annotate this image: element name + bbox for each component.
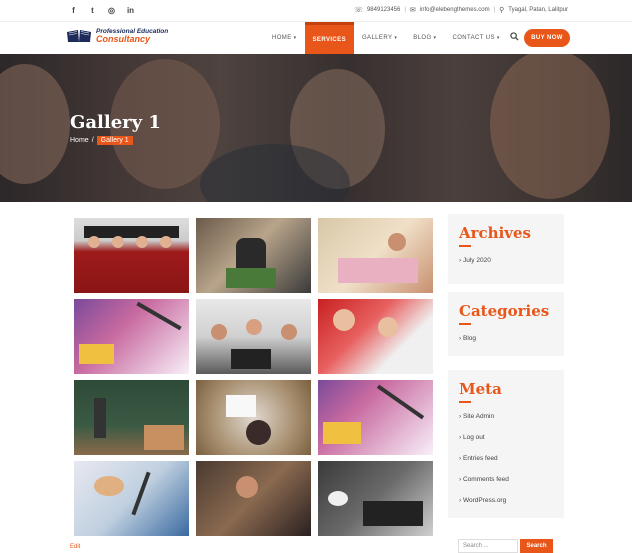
meta-item-wordpress-org[interactable]: › WordPress.org xyxy=(459,497,564,504)
laptop-student-photo[interactable] xyxy=(196,461,311,536)
site-header: Professional Education Consultancy HOME ▾… xyxy=(0,22,632,54)
book-icon xyxy=(67,30,91,42)
site-logo[interactable]: Professional Education Consultancy xyxy=(66,28,168,44)
gallery-grid xyxy=(74,218,433,536)
breadcrumb-current: Gallery 1 xyxy=(96,136,133,145)
divider: | xyxy=(404,7,406,13)
edit-link[interactable]: Edit xyxy=(70,544,80,550)
breadcrumb-separator: / xyxy=(91,137,94,144)
location-text: Tyagal, Patan, Lalitpur xyxy=(508,7,568,13)
title-underline xyxy=(459,245,471,247)
instagram-icon[interactable]: ◎ xyxy=(106,5,117,16)
phone-icon: ☏ xyxy=(354,7,363,14)
logo-line-2: Consultancy xyxy=(96,34,151,44)
location-pin-icon: ⚲ xyxy=(499,7,505,14)
category-item[interactable]: › Blog xyxy=(459,335,564,342)
nav-gallery[interactable]: GALLERY ▾ xyxy=(354,22,405,54)
meta-item-site-admin[interactable]: › Site Admin xyxy=(459,413,564,420)
nav-contact-us[interactable]: CONTACT US ▾ xyxy=(444,22,507,54)
art-supplies-photo[interactable] xyxy=(74,461,189,536)
search-icon[interactable] xyxy=(510,32,519,41)
title-underline xyxy=(459,323,471,325)
meta-item-entries-feed[interactable]: › Entries feed xyxy=(459,455,564,462)
stationery-flatlay-photo[interactable] xyxy=(74,299,189,374)
facebook-icon[interactable]: f xyxy=(68,5,79,16)
archive-item[interactable]: › July 2020 xyxy=(459,257,564,264)
chalkboard-photo[interactable] xyxy=(74,380,189,455)
chevron-down-icon: ▾ xyxy=(433,35,437,41)
pencils-palette-photo[interactable] xyxy=(318,380,433,455)
email-address[interactable]: info@elebengthemes.com xyxy=(420,7,490,13)
linkedin-icon[interactable]: in xyxy=(125,5,136,16)
main-nav: HOME ▾ SERVICES GALLERY ▾ BLOG ▾ CONTACT US… xyxy=(264,22,508,54)
breadcrumb-home[interactable]: Home xyxy=(70,137,89,144)
page-title: Gallery 1 xyxy=(70,112,161,133)
child-reading-photo[interactable] xyxy=(196,380,311,455)
graduates-photo[interactable] xyxy=(74,218,189,293)
nav-home[interactable]: HOME ▾ xyxy=(264,22,305,54)
nav-blog[interactable]: BLOG ▾ xyxy=(405,22,444,54)
nav-services[interactable]: SERVICES xyxy=(304,22,354,54)
classroom-kids-photo[interactable] xyxy=(318,218,433,293)
twitter-icon[interactable]: t xyxy=(87,5,98,16)
chevron-down-icon: ▾ xyxy=(496,35,500,41)
breadcrumb: Home / Gallery 1 xyxy=(70,136,133,145)
email-icon: ✉ xyxy=(409,7,416,14)
chevron-down-icon: ▾ xyxy=(394,35,398,41)
office-team-photo[interactable] xyxy=(196,299,311,374)
archives-widget: Archives › July 2020 xyxy=(448,214,564,284)
meta-title: Meta xyxy=(459,380,502,398)
meta-item-comments-feed[interactable]: › Comments feed xyxy=(459,476,564,483)
title-underline xyxy=(459,401,471,403)
sidebar-search-input[interactable]: Search ... xyxy=(458,539,518,553)
study-desk-photo[interactable] xyxy=(318,461,433,536)
archives-title: Archives xyxy=(459,224,531,242)
hero-banner: Gallery 1 Home / Gallery 1 xyxy=(0,54,632,202)
contact-info: ☏ 9849123456 | ✉ info@elebengthemes.com … xyxy=(354,6,568,14)
top-bar: f t ◎ in ☏ 9849123456 | ✉ info@elebength… xyxy=(0,0,632,22)
meta-widget: Meta › Site Admin › Log out › Entries fe… xyxy=(448,370,564,518)
phone-number[interactable]: 9849123456 xyxy=(367,7,400,13)
cafe-students-photo[interactable] xyxy=(196,218,311,293)
sidebar-search-button[interactable]: Search xyxy=(520,539,553,553)
kids-drawing-photo[interactable] xyxy=(318,299,433,374)
social-links: f t ◎ in xyxy=(68,5,136,16)
categories-title: Categories xyxy=(459,302,550,320)
meta-item-log-out[interactable]: › Log out xyxy=(459,434,564,441)
buy-now-button[interactable]: BUY NOW xyxy=(524,29,570,47)
divider: | xyxy=(493,7,496,13)
categories-widget: Categories › Blog xyxy=(448,292,564,356)
chevron-down-icon: ▾ xyxy=(293,35,297,41)
